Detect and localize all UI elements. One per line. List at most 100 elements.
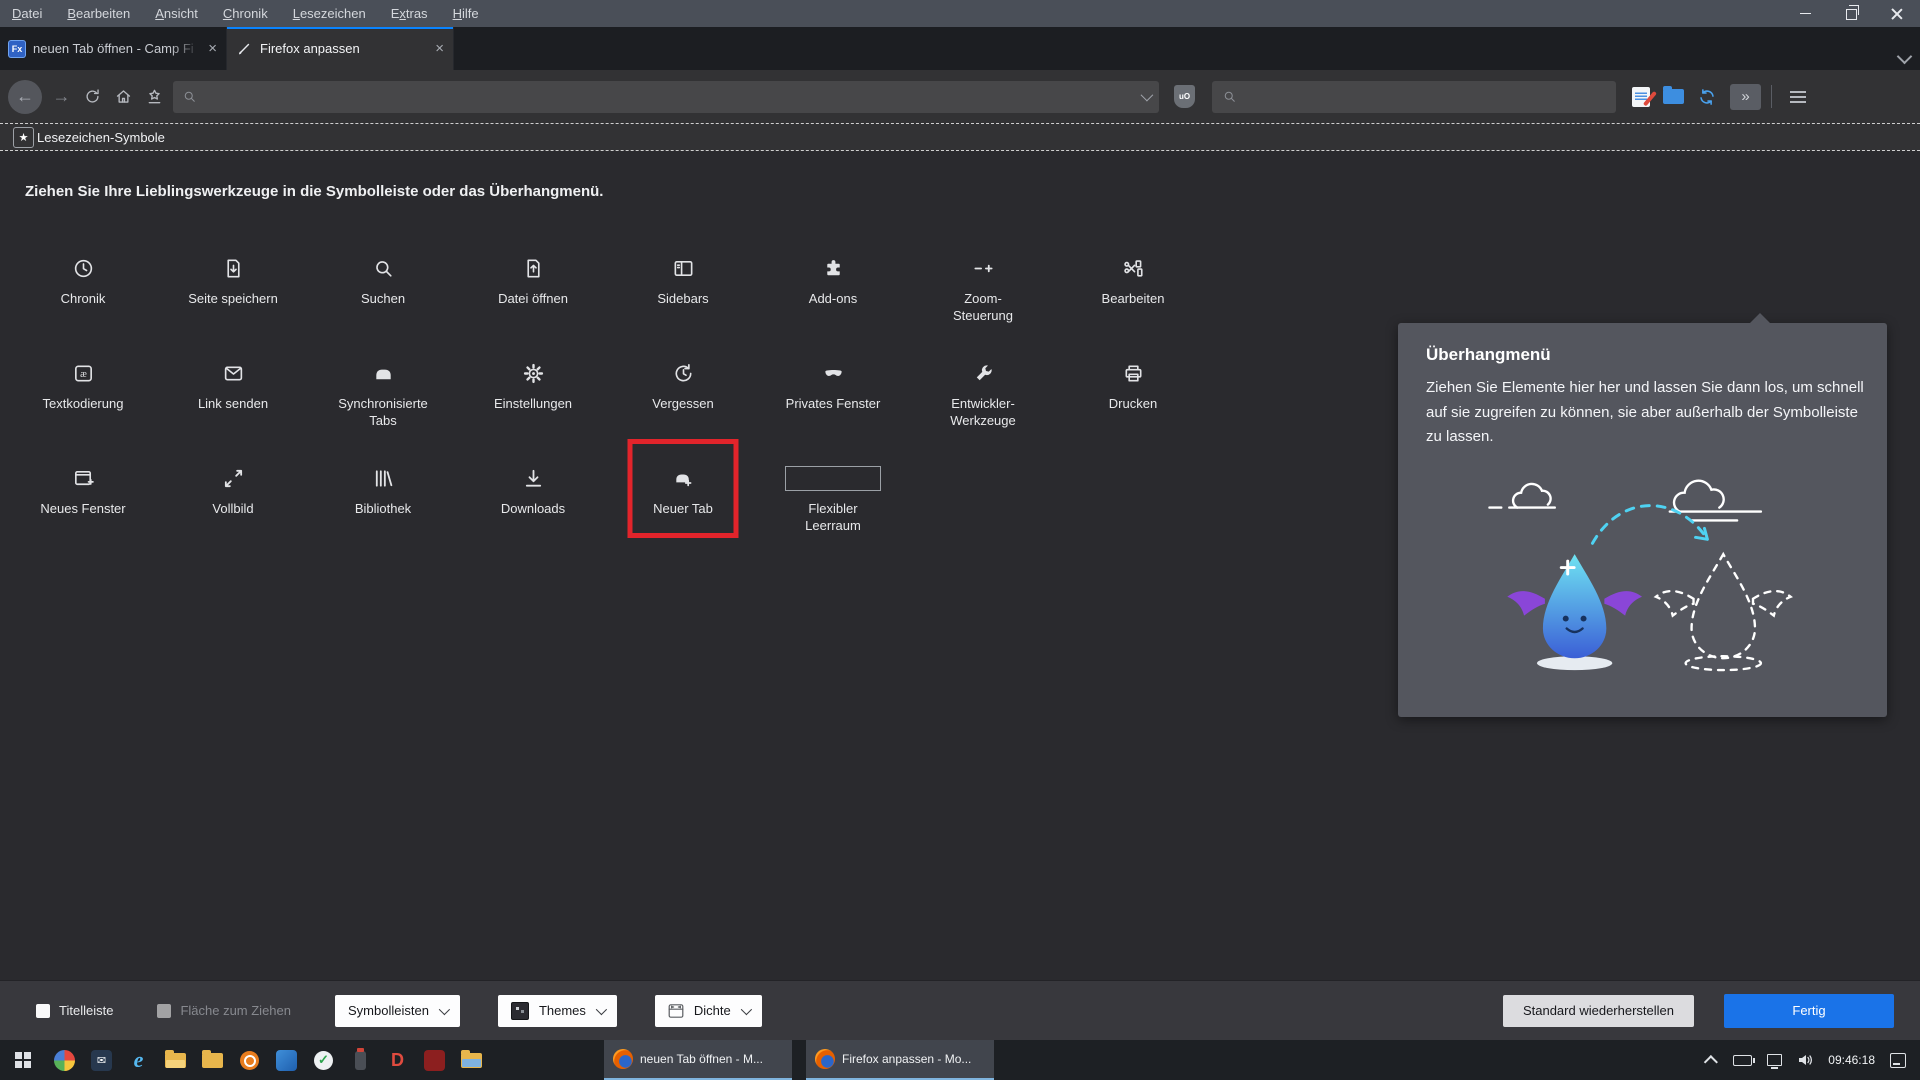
orange-tool-icon[interactable]	[231, 1040, 268, 1080]
customize-item-bearbeiten[interactable]: Bearbeiten	[1058, 243, 1208, 348]
url-dropdown-chevron-icon[interactable]	[1141, 89, 1154, 102]
utility-folder-icon[interactable]	[157, 1040, 194, 1080]
dark-flask-icon[interactable]	[342, 1040, 379, 1080]
dropdown-symbolleisten[interactable]: Symbolleisten	[335, 995, 460, 1027]
volume-icon[interactable]	[1797, 1052, 1813, 1068]
menu-chronik[interactable]: Chronik	[223, 6, 268, 21]
tab-title: neuen Tab öffnen - Camp Fi	[33, 41, 200, 56]
customize-item-entwickler-werkzeuge[interactable]: Entwickler-Werkzeuge	[908, 348, 1058, 453]
customize-brush-icon	[236, 41, 252, 57]
restore-defaults-button[interactable]: Standard wiederherstellen	[1503, 995, 1694, 1027]
dark-mail-icon[interactable]: ✉	[83, 1040, 120, 1080]
restore-button[interactable]	[1828, 0, 1874, 27]
customize-item-synchronisierte-tabs[interactable]: SynchronisierteTabs	[308, 348, 458, 453]
customize-item-flexibler-leerraum[interactable]: FlexiblerLeerraum	[758, 453, 908, 558]
dropdown-label: Dichte	[694, 1003, 731, 1018]
overflow-menu-panel[interactable]: Überhangmenü Ziehen Sie Elemente hier he…	[1398, 323, 1887, 717]
checkbox-icon	[157, 1004, 171, 1018]
hamburger-menu-icon[interactable]	[1790, 96, 1806, 98]
library-button[interactable]	[139, 81, 170, 112]
customize-item-neues-fenster[interactable]: Neues Fenster	[8, 453, 158, 558]
tab-strip: Fxneuen Tab öffnen - Camp Fi×Firefox anp…	[0, 27, 454, 70]
hidden-icons-chevron-icon[interactable]	[1704, 1055, 1718, 1069]
list-all-tabs-chevron-icon[interactable]	[1897, 49, 1913, 65]
overflow-menu-button[interactable]: »	[1730, 84, 1761, 110]
customize-item-datei-öffnen[interactable]: Datei öffnen	[458, 243, 608, 348]
customize-item-suchen[interactable]: Suchen	[308, 243, 458, 348]
menu-hilfe[interactable]: Hilfe	[453, 6, 479, 21]
tab-firefox-anpassen[interactable]: Firefox anpassen×	[227, 27, 454, 70]
checkbox-titelleiste[interactable]: Titelleiste	[36, 1003, 113, 1018]
customize-item-add-ons[interactable]: Add-ons	[758, 243, 908, 348]
done-button[interactable]: Fertig	[1724, 994, 1894, 1028]
edit-tools-icon	[1122, 255, 1145, 281]
customize-item-sidebars[interactable]: Sidebars	[608, 243, 758, 348]
minimize-button[interactable]	[1782, 0, 1828, 27]
customize-item-textkodierung[interactable]: æTextkodierung	[8, 348, 158, 453]
media-folder-icon[interactable]	[453, 1040, 490, 1080]
reload-icon	[83, 87, 102, 106]
taskbar-window-firefox-anpassen-mo[interactable]: Firefox anpassen - Mo...	[806, 1040, 994, 1080]
customize-item-vergessen[interactable]: Vergessen	[608, 348, 758, 453]
notes-extension-icon[interactable]	[1632, 87, 1650, 107]
dark-red-app-icon[interactable]	[416, 1040, 453, 1080]
customize-item-zoom-steuerung[interactable]: Zoom-Steuerung	[908, 243, 1058, 348]
new-window-icon	[72, 465, 95, 491]
customize-item-neuer-tab[interactable]: Neuer Tab	[608, 453, 758, 558]
density-icon	[668, 1003, 684, 1019]
menu-ansicht[interactable]: Ansicht	[155, 6, 198, 21]
dropdown-themes[interactable]: Themes	[498, 995, 617, 1027]
menu-lesezeichen[interactable]: Lesezeichen	[293, 6, 366, 21]
taskbar-clock[interactable]: 09:46:18	[1828, 1053, 1875, 1067]
ublock-extension-icon[interactable]: uO	[1174, 85, 1195, 108]
customize-item-link-senden[interactable]: Link senden	[158, 348, 308, 453]
customize-item-bibliothek[interactable]: Bibliothek	[308, 453, 458, 558]
forward-button[interactable]: →	[46, 81, 77, 112]
search-bar[interactable]	[1212, 81, 1616, 113]
devtools-wrench-icon	[972, 360, 995, 386]
menu-datei[interactable]: Datei	[12, 6, 42, 21]
customize-item-privates-fenster[interactable]: Privates Fenster	[758, 348, 908, 453]
blue-e-browser-icon[interactable]: e	[120, 1040, 157, 1080]
start-button[interactable]	[0, 1040, 46, 1080]
customize-item-label: SynchronisierteTabs	[338, 395, 428, 429]
bookmarks-toolbar[interactable]: ★ Lesezeichen-Symbole	[0, 123, 1920, 151]
small-cloud-icon	[1489, 483, 1554, 507]
customize-item-seite-speichern[interactable]: Seite speichern	[158, 243, 308, 348]
red-d-app-icon[interactable]: D	[379, 1040, 416, 1080]
tab-close-icon[interactable]: ×	[435, 41, 444, 56]
customize-item-chronik[interactable]: Chronik	[8, 243, 158, 348]
windows-logo-icon	[15, 1052, 31, 1068]
reload-button[interactable]	[77, 81, 108, 112]
checkbox-icon[interactable]	[36, 1004, 50, 1018]
yellow-folder-icon[interactable]	[194, 1040, 231, 1080]
tab-close-icon[interactable]: ×	[208, 41, 217, 56]
colorful-ball-icon[interactable]	[46, 1040, 83, 1080]
customize-item-einstellungen[interactable]: Einstellungen	[458, 348, 608, 453]
taskbar-window-neuen-tab-öffnen-m[interactable]: neuen Tab öffnen - M...	[604, 1040, 792, 1080]
close-button[interactable]	[1874, 0, 1920, 27]
menu-extras[interactable]: Extras	[391, 6, 428, 21]
blue-app-icon[interactable]	[268, 1040, 305, 1080]
sync-extension-icon[interactable]	[1696, 86, 1718, 108]
home-button[interactable]	[108, 81, 139, 112]
battery-icon[interactable]	[1733, 1055, 1752, 1066]
green-check-icon[interactable]: ✓	[305, 1040, 342, 1080]
url-bar[interactable]	[173, 81, 1159, 113]
taskbar-window-label: neuen Tab öffnen - M...	[640, 1052, 763, 1066]
dropdown-dichte[interactable]: Dichte	[655, 995, 762, 1027]
customize-item-label: Textkodierung	[43, 395, 124, 412]
customize-item-downloads[interactable]: Downloads	[458, 453, 608, 558]
customize-item-label: Seite speichern	[188, 290, 278, 307]
menubar-items: Datei Bearbeiten Ansicht Chronik Lesezeichen…	[12, 6, 479, 21]
customize-item-vollbild[interactable]: Vollbild	[158, 453, 308, 558]
tab-neuen-tab-öffnen-camp-fi[interactable]: Fxneuen Tab öffnen - Camp Fi×	[0, 27, 227, 70]
back-button[interactable]: ←	[8, 80, 42, 114]
customize-item-drucken[interactable]: Drucken	[1058, 348, 1208, 453]
customize-heading: Ziehen Sie Ihre Lieblingswerkzeuge in di…	[25, 183, 603, 200]
folder-extension-icon[interactable]	[1663, 89, 1684, 104]
navigation-toolbar: ← → uO »	[0, 70, 1920, 123]
action-center-icon[interactable]	[1890, 1053, 1906, 1068]
menu-bearbeiten[interactable]: Bearbeiten	[67, 6, 130, 21]
network-icon[interactable]	[1767, 1054, 1782, 1066]
